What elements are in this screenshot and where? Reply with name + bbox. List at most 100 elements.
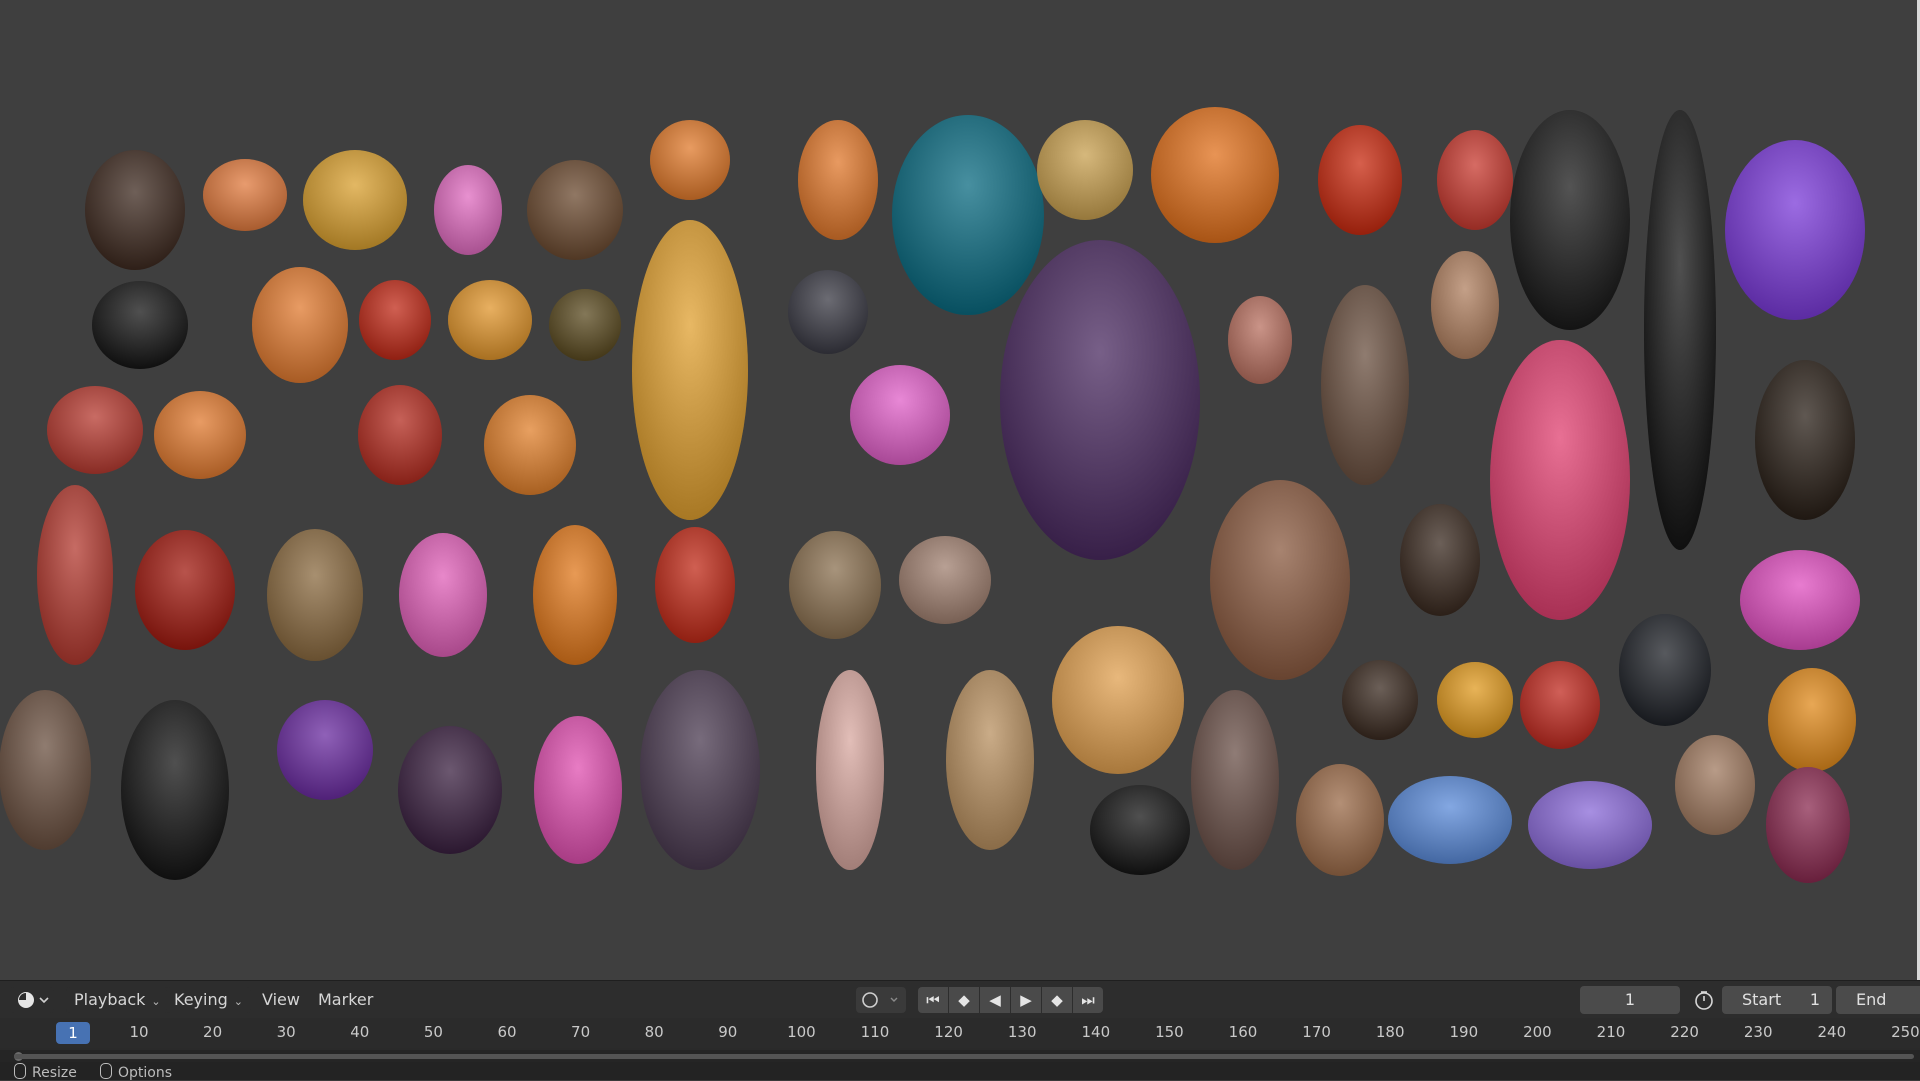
- hair-asset-shading: [1766, 767, 1850, 883]
- ruler-tick: 110: [860, 1023, 890, 1041]
- hair-asset-shading: [1431, 251, 1499, 359]
- jump-start-icon: ⏮: [926, 991, 940, 1009]
- ruler-tick: 170: [1302, 1023, 1331, 1041]
- stopwatch-svg: [1695, 991, 1713, 1010]
- hair-asset-shading: [1437, 130, 1513, 230]
- hair-asset-shading: [1296, 764, 1384, 876]
- jump-start-button[interactable]: ⏮: [918, 987, 948, 1013]
- hair-asset-shading: [398, 726, 502, 854]
- hair-asset-shading: [358, 385, 442, 485]
- hair-asset-shading: [0, 690, 91, 850]
- current-frame-value: 1: [1624, 990, 1636, 1009]
- ruler-tick: 10: [129, 1023, 149, 1041]
- end-frame-field[interactable]: End: [1836, 986, 1920, 1014]
- ruler-tick: 190: [1449, 1023, 1479, 1041]
- playback-label: Playback: [74, 990, 146, 1009]
- jump-end-icon: ⏭: [1081, 991, 1095, 1009]
- frame-ruler[interactable]: 1 10 20 30 40 50 60 70 80 90 100 110 120 130 140 150 16…: [0, 1018, 1920, 1048]
- ruler-tick: 230: [1743, 1023, 1773, 1041]
- ruler-tick: 70: [571, 1023, 591, 1041]
- hair-asset-shading: [1388, 776, 1512, 864]
- hair-asset-shading: [1191, 690, 1279, 870]
- ruler-tick: 100: [787, 1023, 816, 1041]
- hair-asset-shading: [533, 525, 617, 665]
- hair-asset-shading: [1755, 360, 1855, 520]
- hair-asset-shading: [527, 160, 623, 260]
- hair-asset-shading: [1318, 125, 1402, 235]
- current-frame-field[interactable]: 1: [1580, 986, 1680, 1014]
- mouse-icon: [14, 1063, 26, 1079]
- hair-asset-shading: [1644, 110, 1716, 550]
- ruler-tick: 160: [1228, 1023, 1258, 1041]
- 3d-viewport[interactable]: [0, 0, 1920, 980]
- end-label: End: [1856, 990, 1887, 1009]
- next-keyframe-icon: ◆: [1051, 991, 1063, 1009]
- hair-asset-shading: [798, 120, 878, 240]
- hair-asset-shading: [816, 670, 884, 870]
- hair-asset-shading: [434, 165, 502, 255]
- chevron-down-icon: ⌄: [233, 995, 243, 1008]
- keying-label: Keying: [174, 990, 228, 1009]
- prev-keyframe-button[interactable]: ◆: [949, 987, 979, 1013]
- hair-asset-shading: [267, 529, 363, 661]
- marker-label: Marker: [318, 990, 374, 1009]
- start-label: Start: [1742, 990, 1782, 1009]
- ruler-tick: 130: [1007, 1023, 1037, 1041]
- hair-asset-shading: [789, 531, 881, 639]
- ruler-tick: 40: [350, 1023, 370, 1041]
- marker-menu[interactable]: Marker: [310, 987, 381, 1013]
- hair-asset-shading: [1052, 626, 1184, 774]
- hair-asset-shading: [1151, 107, 1279, 243]
- next-keyframe-button[interactable]: ◆: [1042, 987, 1072, 1013]
- ruler-tick: 90: [718, 1023, 738, 1041]
- timeline-editor[interactable]: Playback ⌄ Keying ⌄ View Marker ⏮ ◆ ◀ ▶ ◆ …: [0, 980, 1920, 1081]
- prev-keyframe-icon: ◆: [958, 991, 970, 1009]
- ruler-tick: 220: [1670, 1023, 1699, 1041]
- hair-asset-shading: [1725, 140, 1865, 320]
- playback-menu[interactable]: Playback ⌄: [66, 987, 169, 1013]
- start-value: 1: [1809, 990, 1820, 1009]
- ruler-tick: 250: [1891, 1023, 1920, 1041]
- keying-menu[interactable]: Keying ⌄: [166, 987, 251, 1013]
- hair-asset-shading: [892, 115, 1044, 315]
- hair-asset-shading: [135, 530, 235, 650]
- hair-asset-shading: [1768, 668, 1856, 772]
- hair-asset-shading: [484, 395, 576, 495]
- ruler-tick: 200: [1523, 1023, 1552, 1041]
- scroll-track[interactable]: [14, 1054, 1914, 1059]
- editor-type-selector[interactable]: [10, 987, 54, 1013]
- view-menu[interactable]: View: [254, 987, 308, 1013]
- hair-asset-shading: [121, 700, 229, 880]
- hair-asset-grid: [0, 107, 1865, 883]
- play-reverse-button[interactable]: ◀: [980, 987, 1010, 1013]
- timeline-header: Playback ⌄ Keying ⌄ View Marker ⏮ ◆ ◀ ▶ ◆ …: [0, 980, 1920, 1019]
- play-button[interactable]: ▶: [1011, 987, 1041, 1013]
- hair-asset-shading: [1437, 662, 1513, 738]
- status-bar: Resize Options: [0, 1062, 1920, 1081]
- hair-asset-shading: [303, 150, 407, 250]
- hair-asset-shading: [252, 267, 348, 383]
- start-frame-field[interactable]: Start 1: [1722, 986, 1832, 1014]
- stopwatch-icon[interactable]: [1692, 989, 1716, 1011]
- timeline-scrollbar[interactable]: [0, 1050, 1920, 1062]
- hair-asset-shading: [1510, 110, 1630, 330]
- hair-asset-shading: [899, 536, 991, 624]
- playhead-value: 1: [68, 1024, 78, 1042]
- ruler-tick: 180: [1375, 1023, 1405, 1041]
- hair-asset-shading: [1090, 785, 1190, 875]
- playhead[interactable]: 1: [56, 1022, 90, 1044]
- record-icon: [862, 992, 898, 1008]
- hair-asset-shading: [1675, 735, 1755, 835]
- hair-asset-shading: [1740, 550, 1860, 650]
- hair-asset-shading: [788, 270, 868, 354]
- hair-asset-shading: [1619, 614, 1711, 726]
- play-icon: ▶: [1020, 991, 1032, 1009]
- hair-asset-shading: [1528, 781, 1652, 869]
- status-options: Options: [100, 1063, 172, 1081]
- play-reverse-icon: ◀: [989, 991, 1001, 1009]
- auto-keying-toggle[interactable]: [856, 987, 906, 1013]
- hair-asset-shading: [655, 527, 735, 643]
- hair-asset-shading: [1000, 240, 1200, 560]
- jump-end-button[interactable]: ⏭: [1073, 987, 1103, 1013]
- status-resize: Resize: [14, 1063, 77, 1081]
